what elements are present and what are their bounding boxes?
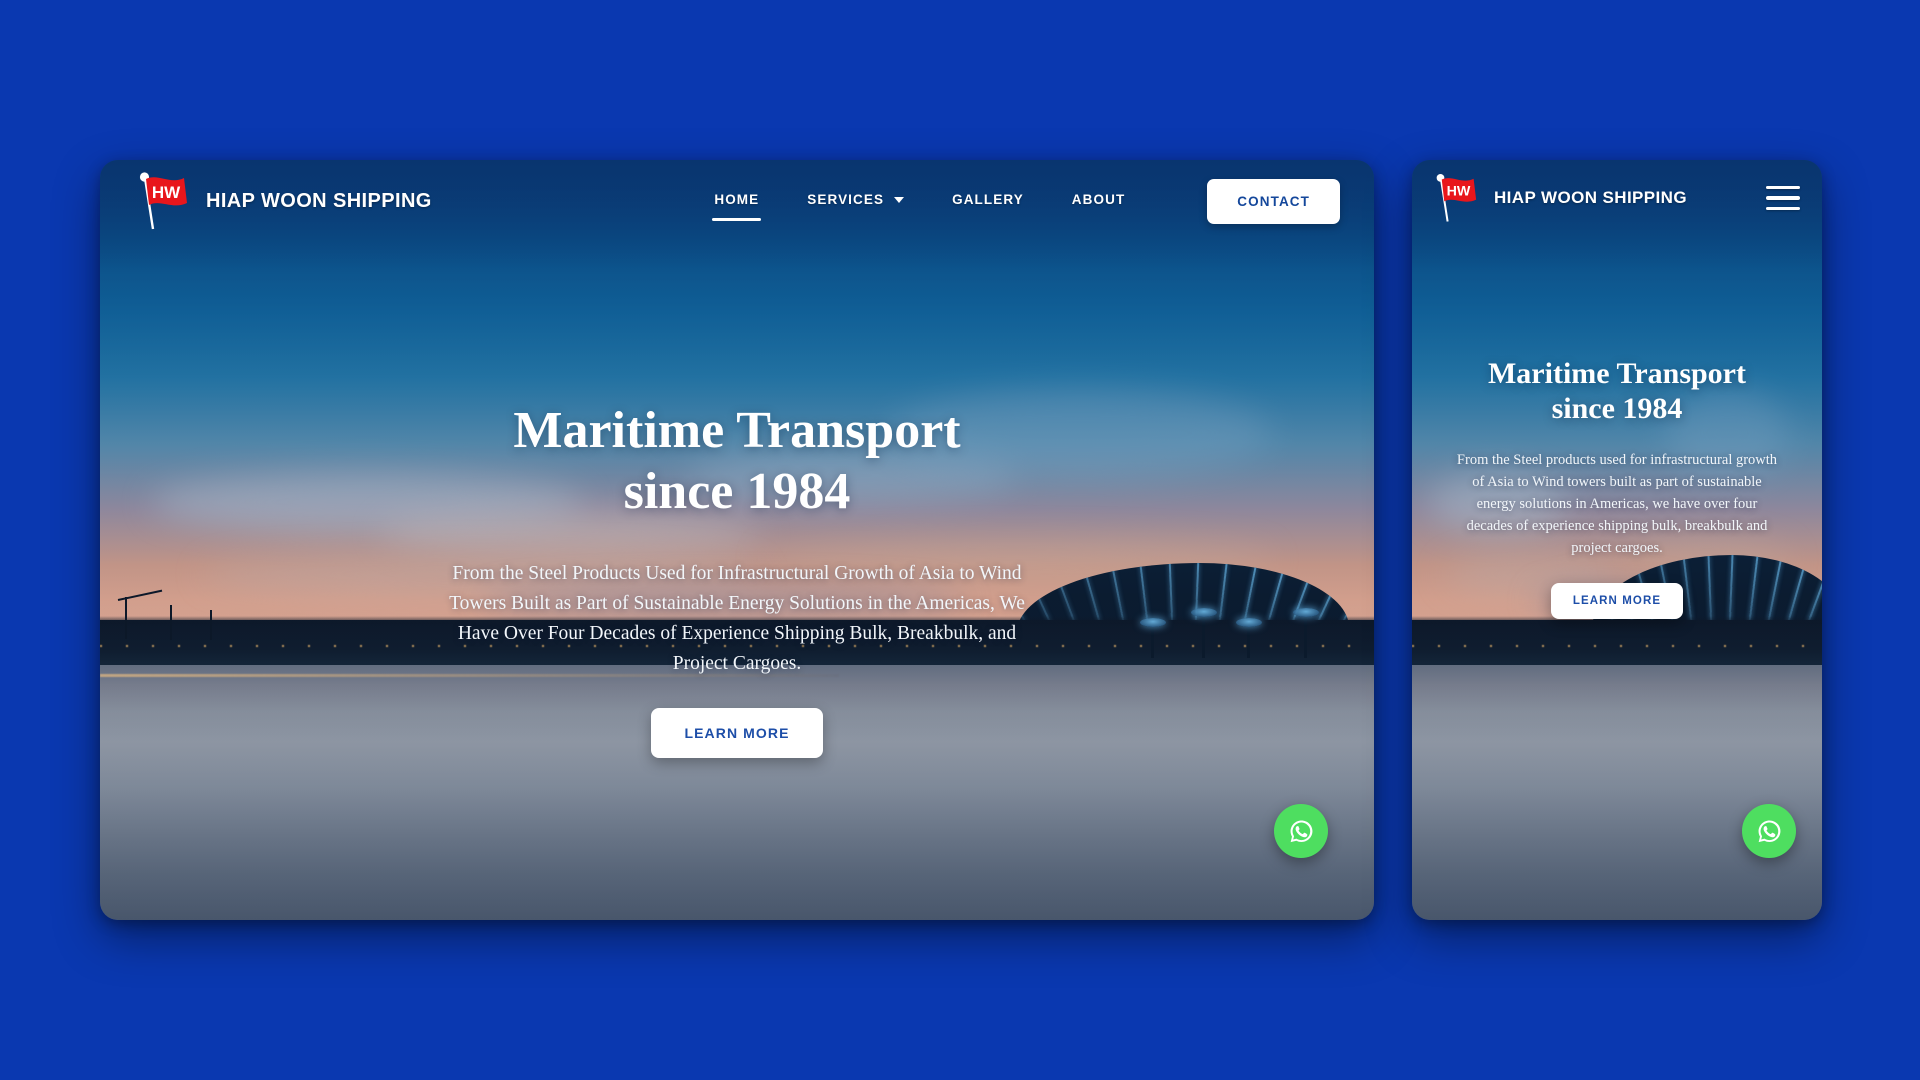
- desktop-hero-content: Maritime Transport since 1984 From the S…: [100, 160, 1374, 920]
- nav-item-gallery-label: GALLERY: [952, 191, 1024, 207]
- desktop-navbar: HW HIAP WOON SHIPPING HOME SERVICES GALL…: [100, 160, 1374, 242]
- chevron-down-icon: [894, 197, 905, 203]
- nav-item-about[interactable]: ABOUT: [1070, 186, 1128, 217]
- nav-item-gallery[interactable]: GALLERY: [950, 186, 1026, 217]
- mobile-preview-panel: HW HIAP WOON SHIPPING Maritime Transport…: [1412, 160, 1822, 920]
- hero-title-line1: Maritime Transport: [513, 402, 961, 459]
- whatsapp-icon: [1758, 819, 1780, 842]
- mobile-navbar: HW HIAP WOON SHIPPING: [1412, 160, 1822, 236]
- svg-text:HW: HW: [152, 183, 181, 202]
- learn-more-button[interactable]: LEARN MORE: [651, 707, 823, 758]
- hero-title-mobile: Maritime Transport since 1984: [1488, 356, 1746, 427]
- learn-more-button-mobile[interactable]: LEARN MORE: [1550, 582, 1684, 619]
- hw-flag-logo-icon: HW: [132, 169, 194, 233]
- hero-subtitle-mobile: From the Steel products used for infrast…: [1456, 451, 1778, 556]
- whatsapp-float-button[interactable]: [1274, 804, 1328, 858]
- desktop-preview-panel: HW HIAP WOON SHIPPING HOME SERVICES GALL…: [100, 160, 1374, 920]
- hamburger-bar: [1766, 206, 1800, 210]
- brand-logo-group[interactable]: HW HIAP WOON SHIPPING: [132, 169, 432, 233]
- whatsapp-float-button-mobile[interactable]: [1742, 804, 1796, 858]
- hamburger-bar: [1766, 196, 1800, 200]
- nav-item-home-label: HOME: [714, 191, 760, 207]
- hw-flag-logo-icon: HW: [1430, 171, 1482, 225]
- hero-title-line2: since 1984: [1551, 392, 1683, 426]
- hero-subtitle: From the Steel Products Used for Infrast…: [449, 562, 1025, 675]
- primary-nav: HOME SERVICES GALLERY ABOUT CONTACT: [712, 178, 1340, 224]
- contact-button[interactable]: CONTACT: [1207, 178, 1340, 224]
- hero-title-line2: since 1984: [623, 463, 851, 521]
- hero-title-line1: Maritime Transport: [1487, 357, 1746, 390]
- nav-item-services[interactable]: SERVICES: [805, 186, 906, 217]
- brand-logo-group-mobile[interactable]: HW HIAP WOON SHIPPING: [1430, 171, 1687, 225]
- brand-name-mobile: HIAP WOON SHIPPING: [1494, 188, 1687, 207]
- hero-title: Maritime Transport since 1984: [513, 400, 960, 523]
- nav-item-home[interactable]: HOME: [712, 186, 762, 221]
- page-stage: HW HIAP WOON SHIPPING HOME SERVICES GALL…: [0, 0, 1920, 1080]
- brand-name: HIAP WOON SHIPPING: [206, 189, 432, 212]
- nav-item-services-label: SERVICES: [807, 191, 885, 207]
- svg-text:HW: HW: [1447, 183, 1471, 199]
- whatsapp-icon: [1290, 819, 1312, 842]
- hamburger-menu-icon[interactable]: [1766, 186, 1800, 210]
- hamburger-bar: [1766, 186, 1800, 190]
- nav-item-about-label: ABOUT: [1071, 191, 1126, 207]
